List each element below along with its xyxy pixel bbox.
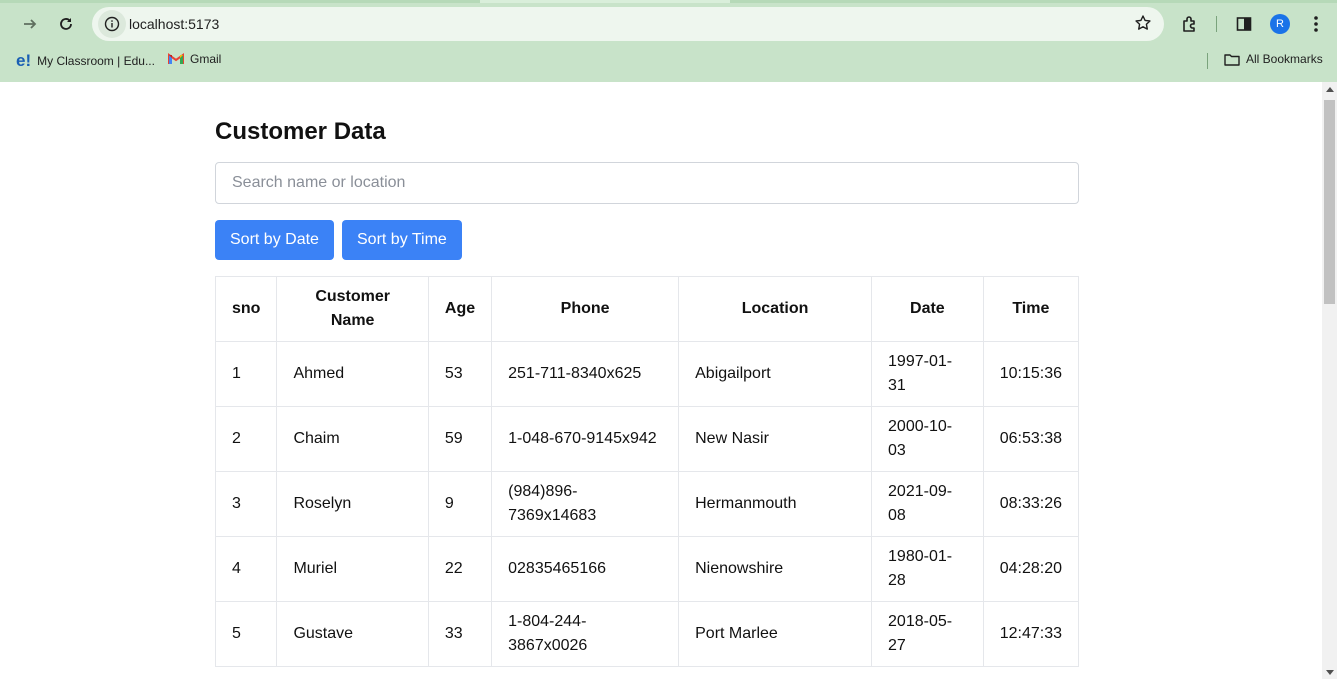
cell-location: Nienowshire [678,536,873,602]
cell-time: 08:33:26 [982,471,1080,537]
cell-date: 2021-09-08 [871,471,984,537]
toolbar-divider [1216,16,1217,32]
column-header-age[interactable]: Age [427,276,493,342]
bookmarks-bar: e! My Classroom | Edu... Gmail All Bookm… [0,48,1337,74]
cell-phone: 1-804-244-3867x0026 [491,601,680,667]
reload-icon[interactable] [50,8,82,40]
bookmark-label: Gmail [190,52,222,66]
cell-customer-name: Roselyn [276,471,429,537]
cell-sno: 3 [214,471,278,537]
scrollbar-thumb[interactable] [1324,100,1335,304]
column-header-date[interactable]: Date [871,276,984,342]
cell-location: Port Marlee [678,601,873,667]
side-panel-icon[interactable] [1228,8,1260,40]
scroll-down-arrow-icon[interactable] [1326,670,1334,675]
cell-sno: 5 [214,601,278,667]
column-header-time[interactable]: Time [982,276,1080,342]
cell-sno: 1 [214,341,278,407]
url-text[interactable]: localhost:5173 [129,16,219,32]
table-header-row: sno Customer Name Age Phone Location Dat… [214,276,1080,342]
column-header-phone[interactable]: Phone [491,276,680,342]
cell-date: 2018-05-27 [871,601,984,667]
active-tab-indicator[interactable] [480,0,730,3]
customer-table: sno Customer Name Age Phone Location Dat… [214,276,1080,667]
table-row: 2 Chaim 59 1-048-670-9145x942 New Nasir … [214,406,1080,472]
tab-strip [0,0,1337,3]
cell-time: 12:47:33 [982,601,1080,667]
cell-age: 59 [427,406,493,472]
folder-icon [1224,53,1240,66]
cell-location: Abigailport [678,341,873,407]
gmail-icon [168,53,184,64]
cell-time: 06:53:38 [982,406,1080,472]
cell-customer-name: Chaim [276,406,429,472]
sort-by-date-button[interactable]: Sort by Date [215,220,334,260]
profile-avatar[interactable]: R [1270,14,1290,34]
bookmark-gmail[interactable]: Gmail [168,52,221,66]
cell-time: 10:15:36 [982,341,1080,407]
cell-phone: 1-048-670-9145x942 [491,406,680,472]
cell-customer-name: Ahmed [276,341,429,407]
menu-kebab-icon[interactable] [1300,8,1332,40]
bookmark-my-classroom[interactable]: e! My Classroom | Edu... [16,52,155,69]
cell-date: 1980-01-28 [871,536,984,602]
cell-age: 33 [427,601,493,667]
table-row: 4 Muriel 22 02835465166 Nienowshire 1980… [214,536,1080,602]
cell-phone: 02835465166 [491,536,680,602]
sort-by-time-button[interactable]: Sort by Time [342,220,462,260]
cell-date: 1997-01-31 [871,341,984,407]
bookmark-label: My Classroom | Edu... [37,53,155,68]
table-row: 1 Ahmed 53 251-711-8340x625 Abigailport … [214,341,1080,407]
search-input[interactable] [215,162,1079,204]
extensions-icon[interactable] [1174,8,1206,40]
cell-phone: 251-711-8340x625 [491,341,680,407]
column-header-customer-name[interactable]: Customer Name [276,276,429,342]
cell-age: 53 [427,341,493,407]
cell-customer-name: Muriel [276,536,429,602]
cell-date: 2000-10-03 [871,406,984,472]
browser-chrome: localhost:5173 R e! My Classroom | Edu..… [0,0,1337,82]
address-bar[interactable]: localhost:5173 [92,7,1164,41]
cell-phone: (984)896-7369x14683 [491,471,680,537]
educative-logo-icon: e! [16,51,32,70]
all-bookmarks-label: All Bookmarks [1246,52,1323,66]
cell-sno: 2 [214,406,278,472]
cell-location: Hermanmouth [678,471,873,537]
page-title: Customer Data [215,118,386,145]
forward-icon[interactable] [14,8,46,40]
column-header-location[interactable]: Location [678,276,873,342]
bookmark-star-icon[interactable] [1134,14,1152,37]
cell-time: 04:28:20 [982,536,1080,602]
cell-sno: 4 [214,536,278,602]
scroll-up-arrow-icon[interactable] [1326,87,1334,92]
table-row: 5 Gustave 33 1-804-244-3867x0026 Port Ma… [214,601,1080,667]
cell-age: 9 [427,471,493,537]
table-row: 3 Roselyn 9 (984)896-7369x14683 Hermanmo… [214,471,1080,537]
cell-customer-name: Gustave [276,601,429,667]
cell-location: New Nasir [678,406,873,472]
cell-age: 22 [427,536,493,602]
page-viewport: Customer Data Sort by Date Sort by Time … [0,82,1337,679]
vertical-scrollbar[interactable] [1322,82,1337,679]
column-header-sno[interactable]: sno [214,276,278,342]
browser-toolbar: localhost:5173 R [0,6,1337,42]
all-bookmarks[interactable]: All Bookmarks [1224,52,1323,66]
bookmarks-divider [1207,53,1208,69]
site-info-icon[interactable] [98,10,126,38]
